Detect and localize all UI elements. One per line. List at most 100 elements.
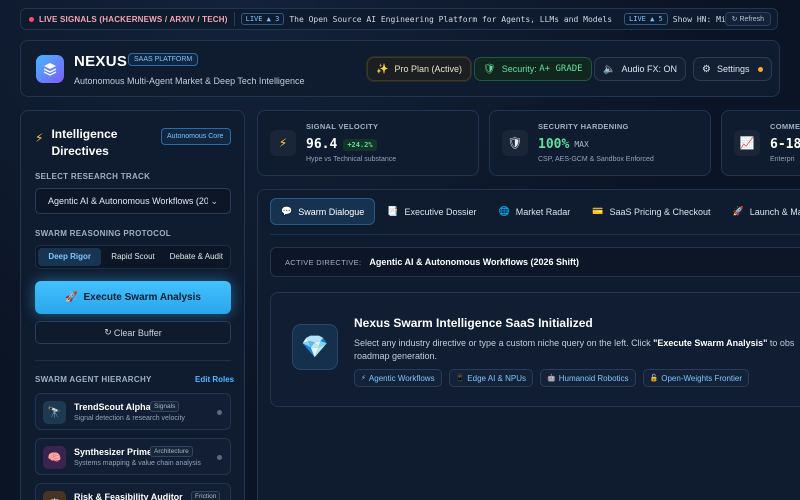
chip-agentic-workflows[interactable]: ⚡ Agentic Workflows xyxy=(354,369,442,387)
tab-saas-pricing[interactable]: 💳 SaaS Pricing & Checkout xyxy=(582,198,720,225)
document-icon: 📑 xyxy=(387,206,399,216)
stat-label: SIGNAL VELOCITY xyxy=(306,122,379,131)
agent-card[interactable]: ⚖ Risk & Feasibility Auditor Friction xyxy=(35,483,231,500)
stat-label: SECURITY HARDENING xyxy=(538,122,629,131)
chip-open-weights[interactable]: 🔓 Open-Weights Frontier xyxy=(642,369,750,387)
gear-icon: ⚙ xyxy=(702,63,711,75)
live-signals-label: LIVE SIGNALS (HACKERNEWS / ARXIV / TECH) xyxy=(21,15,228,24)
rocket-icon: 🚀 xyxy=(732,206,744,216)
scales-icon: ⚖ xyxy=(43,491,66,500)
pro-plan-button[interactable]: ✨ Pro Plan (Active) xyxy=(367,57,471,81)
rocket-icon: 🚀 xyxy=(65,292,78,303)
agent-name: TrendScout Alpha xyxy=(74,402,151,412)
research-track-select[interactable]: Agentic AI & Autonomous Workflows (2026 … xyxy=(35,188,231,214)
tab-launch-marketing[interactable]: 🚀 Launch & Marketing xyxy=(723,198,800,225)
security-hardening-card: 🛡 SECURITY HARDENING 100% MAX CSP, AES-G… xyxy=(489,110,711,176)
notification-dot xyxy=(757,66,763,72)
stat-unit: MAX xyxy=(574,140,589,149)
directive-value: Agentic AI & Autonomous Workflows (2026 … xyxy=(369,257,580,267)
bolt-icon: ⚡ xyxy=(35,131,44,145)
tab-executive-dossier[interactable]: 📑 Executive Dossier xyxy=(377,198,486,225)
agent-tag: Friction xyxy=(191,491,221,500)
unlock-icon: 🔓 xyxy=(649,375,659,382)
intelligence-sidebar: ⚡ Intelligence Directives Autonomous Cor… xyxy=(20,110,245,500)
bolt-icon: ⚡ xyxy=(270,130,296,156)
agent-card[interactable]: 🔭 TrendScout Alpha Signals Signal detect… xyxy=(35,393,231,430)
stat-delta-badge: +24.2% xyxy=(343,138,377,151)
agent-description: Systems mapping & value chain analysis xyxy=(74,460,201,467)
card-icon: 💳 xyxy=(592,206,604,216)
clear-buffer-button[interactable]: ↻ Clear Buffer xyxy=(35,321,231,344)
edit-roles-link[interactable]: Edit Roles xyxy=(195,375,234,384)
brand-name: NEXUS xyxy=(74,53,128,70)
robot-icon: 🤖 xyxy=(547,375,556,382)
radar-icon: 🌐 xyxy=(498,206,510,216)
agent-description: Signal detection & research velocity xyxy=(74,415,185,422)
reasoning-protocol-label: SWARM REASONING PROTOCOL xyxy=(35,229,171,238)
chip-humanoid-robotics[interactable]: 🤖 Humanoid Robotics xyxy=(540,369,636,387)
stat-value: 100% MAX xyxy=(538,137,589,152)
protocol-option-debate-audit[interactable]: Debate & Audit xyxy=(165,248,228,266)
stat-value: 96.4 +24.2% xyxy=(306,137,377,152)
tab-market-radar[interactable]: 🌐 Market Radar xyxy=(489,198,581,225)
agent-tag: Architecture xyxy=(150,446,193,457)
stat-description: CSP, AES-GCM & Sandbox Enforced xyxy=(538,156,654,163)
brand-subtitle: Autonomous Multi-Agent Market & Deep Tec… xyxy=(74,76,305,86)
research-track-label: SELECT RESEARCH TRACK xyxy=(35,172,151,181)
hero-description: Select any industry directive or type a … xyxy=(354,338,795,361)
shield-icon: 🛡 xyxy=(502,130,528,156)
speaker-icon: 🔈 xyxy=(603,63,616,75)
suggestion-chips: ⚡ Agentic Workflows 📱 Edge AI & NPUs 🤖 Huma… xyxy=(354,369,756,387)
directive-label: ACTIVE DIRECTIVE: xyxy=(285,257,362,267)
shield-icon: 🛡 xyxy=(483,63,496,75)
telescope-icon: 🔭 xyxy=(43,401,66,424)
live-signals-ticker: LIVE SIGNALS (HACKERNEWS / ARXIV / TECH)… xyxy=(20,8,778,30)
execute-swarm-analysis-button[interactable]: 🚀 Execute Swarm Analysis xyxy=(35,281,231,314)
ticker-separator xyxy=(233,12,235,26)
app-header: NEXUS SAAS PLATFORM Autonomous Multi-Age… xyxy=(20,40,780,97)
chart-icon: 📈 xyxy=(734,130,760,156)
tab-swarm-dialogue[interactable]: 💬 Swarm Dialogue xyxy=(270,198,376,225)
chevron-down-icon: ⌄ xyxy=(210,195,218,206)
settings-button[interactable]: ⚙ Settings xyxy=(693,57,772,81)
phone-icon: 📱 xyxy=(455,375,465,382)
diamond-icon: 💎 xyxy=(292,324,338,370)
active-directive-bar: ACTIVE DIRECTIVE: Agentic AI & Autonomou… xyxy=(270,247,800,277)
security-grade-button[interactable]: 🛡 Security: A+ GRADE xyxy=(474,57,592,81)
commercial-card: 📈 COMMER 6-18 Enterpri xyxy=(721,110,800,176)
agent-tag: Signals xyxy=(150,401,180,412)
refresh-icon: ↻ xyxy=(731,16,738,23)
agent-name: Synthesizer Prime xyxy=(74,447,153,457)
logo xyxy=(36,55,64,83)
agent-hierarchy-label: SWARM AGENT HIERARCHY xyxy=(35,375,152,384)
protocol-option-deep-rigor[interactable]: Deep Rigor xyxy=(38,248,102,266)
live-dot-icon xyxy=(29,16,34,22)
stat-description: Hype vs Technical substance xyxy=(306,156,397,163)
brain-icon: 🧠 xyxy=(43,446,66,469)
signal-velocity-card: ⚡ SIGNAL VELOCITY 96.4 +24.2% Hype vs Te… xyxy=(257,110,479,176)
tabs-divider xyxy=(270,234,800,235)
ticker-badge: LIVE ▲ 3 xyxy=(240,13,285,25)
ticker-item[interactable]: The Open Source AI Engineering Platform … xyxy=(289,15,612,24)
initialized-message-card: 💎 Nexus Swarm Intelligence SaaS Initiali… xyxy=(270,292,800,407)
agent-card[interactable]: 🧠 Synthesizer Prime Architecture Systems… xyxy=(35,438,231,475)
bolt-icon: ⚡ xyxy=(361,375,366,382)
main-workspace: 💬 Swarm Dialogue 📑 Executive Dossier 🌐 M… xyxy=(257,189,800,500)
chat-icon: 💬 xyxy=(281,206,293,216)
agent-name: Risk & Feasibility Auditor xyxy=(74,492,183,500)
reasoning-protocol-selector: Deep Rigor Rapid Scout Debate & Audit xyxy=(35,245,231,269)
protocol-option-rapid-scout[interactable]: Rapid Scout xyxy=(101,248,164,266)
sidebar-divider xyxy=(35,360,231,361)
stat-label: COMMER xyxy=(770,122,800,131)
autonomous-core-badge: Autonomous Core xyxy=(161,128,231,145)
chip-edge-ai[interactable]: 📱 Edge AI & NPUs xyxy=(448,369,533,387)
sidebar-title: ⚡ Intelligence Directives xyxy=(35,127,118,158)
stat-value: 6-18 xyxy=(770,137,800,152)
workspace-tabs: 💬 Swarm Dialogue 📑 Executive Dossier 🌐 M… xyxy=(270,198,800,225)
refresh-button[interactable]: ↻ Refresh xyxy=(724,12,771,26)
agent-status-dot xyxy=(217,455,222,460)
audio-fx-toggle[interactable]: 🔈 Audio FX: ON xyxy=(594,57,686,81)
reset-icon: ↻ xyxy=(104,327,112,337)
layers-icon xyxy=(43,63,57,76)
agent-status-dot xyxy=(217,410,222,415)
